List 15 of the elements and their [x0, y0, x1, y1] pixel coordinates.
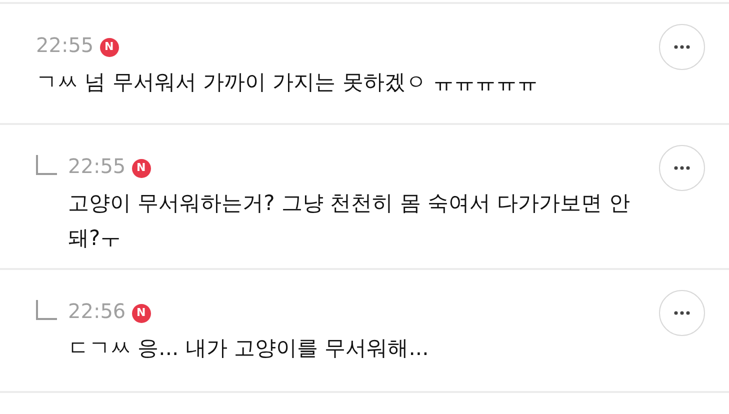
comment-time: 22:55 [68, 154, 126, 178]
more-icon [674, 166, 690, 170]
new-badge: N [132, 304, 151, 323]
more-icon [674, 311, 690, 315]
comment-time: 22:55 [36, 33, 94, 57]
comment-text: 고양이 무서워하는거? 그냥 천천히 몸 숙여서 다가가보면 안돼?ㅜ [68, 190, 631, 252]
comment-text: ㄱㅆ 넘 무서워서 가까이 가지는 못하겠ㅇ ㅠㅠㅠㅠㅠ [36, 69, 540, 96]
more-button[interactable] [659, 290, 705, 336]
comment-time: 22:56 [68, 299, 126, 323]
new-badge: N [132, 158, 151, 178]
more-button[interactable] [659, 145, 705, 191]
new-badge: N [100, 38, 119, 57]
more-icon [674, 45, 690, 49]
more-button[interactable] [659, 24, 705, 70]
comment-text: ㄷㄱㅆ 응... 내가 고양이를 무서워해... [68, 335, 430, 362]
